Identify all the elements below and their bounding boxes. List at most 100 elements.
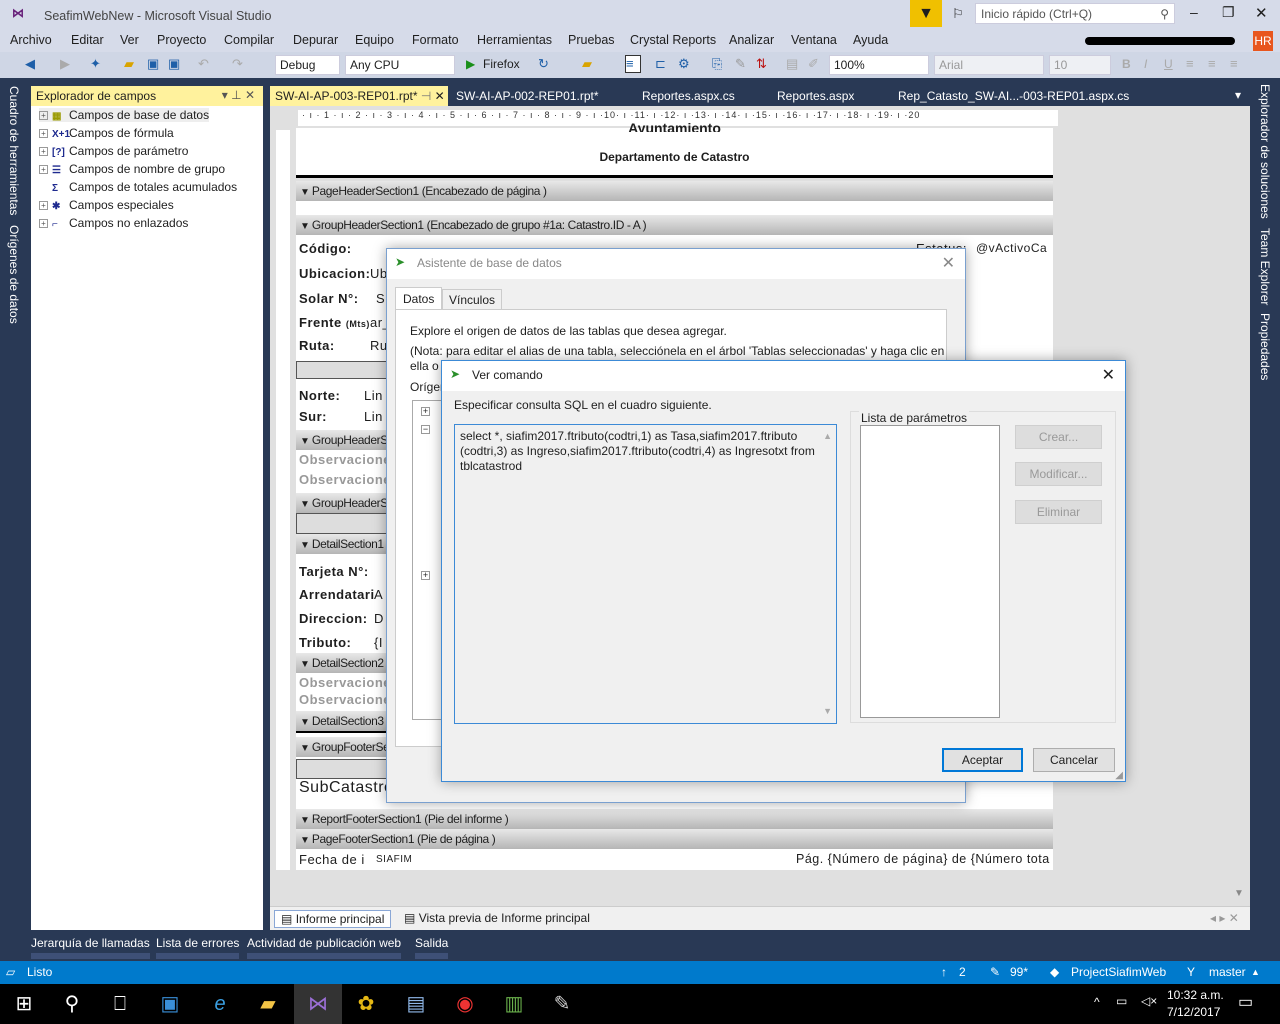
platform-select[interactable]: Any CPU — [345, 55, 455, 75]
task-view-icon[interactable]: ⎕ — [96, 984, 144, 1024]
menu-ventana[interactable]: Ventana — [791, 33, 837, 47]
format-icon[interactable]: ▤ — [786, 56, 798, 72]
section-report-footer[interactable]: ReportFooterSection1 (Pie del informe ) — [296, 809, 1053, 829]
sort-icon[interactable]: ⇅ — [756, 56, 767, 72]
align-center-icon[interactable]: ≡ — [1208, 56, 1216, 71]
properties-tab[interactable]: Propiedades — [1258, 313, 1272, 380]
menu-depurar[interactable]: Depurar — [293, 33, 338, 47]
tab-sw-ai-ap-003[interactable]: SW-AI-AP-003-REP01.rpt* ⊣ ✕ — [270, 86, 448, 106]
data-sources-tab[interactable]: Orígenes de datos — [7, 225, 21, 324]
accept-button[interactable]: Aceptar — [942, 748, 1023, 772]
underline-button[interactable]: U — [1164, 57, 1173, 71]
tree-item-running-totals[interactable]: Σ Campos de totales acumulados — [52, 180, 237, 194]
project-name[interactable]: ProjectSiafimWeb — [1071, 965, 1166, 979]
field-explorer-toggle-icon[interactable]: ≡ — [625, 55, 641, 73]
pending-changes[interactable]: 99* — [1010, 965, 1028, 979]
undo-icon[interactable]: ↶ — [198, 56, 209, 72]
resize-grip-icon[interactable]: ◢ — [1115, 770, 1123, 781]
cancel-button[interactable]: Cancelar — [1033, 748, 1115, 772]
label-norte[interactable]: Norte: — [299, 388, 340, 403]
close-icon[interactable]: ✕ — [1102, 365, 1115, 385]
search-icon[interactable]: ⚲ — [48, 984, 96, 1024]
align-right-icon[interactable]: ≡ — [1230, 56, 1238, 71]
field-status[interactable]: @vActivoCa — [976, 241, 1047, 255]
expand-icon[interactable]: + — [39, 147, 48, 157]
label-tarjeta[interactable]: Tarjeta N°: — [299, 564, 369, 579]
forward-icon[interactable]: ▶ — [60, 56, 70, 72]
tab-call-hierarchy[interactable]: Jerarquía de llamadas — [31, 936, 150, 959]
volume-muted-icon[interactable]: ◁× — [1141, 994, 1157, 1008]
tab-overflow-icon[interactable]: ▾ — [1235, 88, 1241, 102]
tab-output[interactable]: Salida — [415, 936, 449, 959]
tab-reportes-aspx[interactable]: Reportes.aspx — [772, 86, 859, 106]
network-icon[interactable]: ▭ — [1116, 994, 1127, 1008]
filter-notification-icon[interactable]: ▼ — [910, 0, 942, 27]
menu-equipo[interactable]: Equipo — [355, 33, 394, 47]
label-ubicacion[interactable]: Ubicacion: — [299, 266, 370, 281]
refresh-icon[interactable]: ↻ — [538, 56, 549, 72]
expand-icon[interactable]: + — [421, 407, 430, 416]
tab-vinculos[interactable]: Vínculos — [442, 289, 503, 310]
menu-editar[interactable]: Editar — [71, 33, 104, 47]
label-solar[interactable]: Solar N°: — [299, 291, 359, 306]
redo-icon[interactable]: ↷ — [232, 56, 243, 72]
menu-formato[interactable]: Formato — [412, 33, 459, 47]
field-ruta[interactable]: Ru — [370, 338, 388, 353]
find-icon[interactable]: ▰ — [582, 56, 592, 72]
menu-crystal-reports[interactable]: Crystal Reports — [630, 33, 716, 47]
field-solar[interactable]: S — [376, 291, 385, 306]
observ-field-2[interactable]: Observaciones — [299, 692, 399, 707]
tab-error-list[interactable]: Lista de errores — [156, 936, 240, 959]
tab-main-report[interactable]: ▤ Informe principal — [274, 910, 392, 928]
highlight-icon[interactable]: ✎ — [735, 56, 746, 72]
chrome-icon[interactable]: ◉ — [441, 984, 489, 1024]
unpushed-count[interactable]: 2 — [959, 965, 966, 979]
menu-pruebas[interactable]: Pruebas — [568, 33, 615, 47]
observ-label-2[interactable]: Observacione — [299, 675, 391, 690]
file-explorer-icon[interactable]: ▰ — [244, 984, 292, 1024]
pin-icon[interactable]: ⊣ — [421, 89, 431, 103]
close-button[interactable]: ✕ — [1255, 4, 1268, 22]
insert-section-icon[interactable]: ⊏ — [655, 56, 666, 72]
menu-analizar[interactable]: Analizar — [729, 33, 774, 47]
run-target-button[interactable]: Firefox — [483, 57, 520, 71]
scroll-down-icon[interactable]: ▼ — [823, 704, 832, 719]
parameter-listbox[interactable] — [860, 425, 1000, 718]
zoom-select[interactable]: 100% — [829, 55, 929, 75]
create-button[interactable]: Crear... — [1015, 425, 1102, 449]
label-ruta[interactable]: Ruta: — [299, 338, 335, 353]
expand-icon[interactable]: + — [39, 165, 48, 175]
database-expert-icon[interactable]: ⚙ — [678, 56, 690, 72]
label-arrendatario[interactable]: Arrendatari — [299, 587, 375, 602]
menu-proyecto[interactable]: Proyecto — [157, 33, 206, 47]
tab-rep-catasto[interactable]: Rep_Catasto_SW-AI...-003-REP01.aspx.cs — [893, 86, 1134, 106]
menu-herramientas[interactable]: Herramientas — [477, 33, 552, 47]
label-frente[interactable]: Frente (Mts) — [299, 315, 370, 330]
label-tributo[interactable]: Tributo: — [299, 635, 351, 650]
label-sur[interactable]: Sur: — [299, 409, 327, 424]
expand-icon[interactable]: + — [421, 571, 430, 580]
quick-launch-input[interactable]: Inicio rápido (Ctrl+Q) ⚲ — [975, 3, 1175, 24]
observ-label-1[interactable]: Observacione — [299, 452, 391, 467]
expand-icon[interactable]: + — [39, 219, 48, 229]
run-icon[interactable]: ▶ — [466, 57, 475, 71]
menu-compilar[interactable]: Compilar — [224, 33, 274, 47]
close-icon[interactable]: ✕ — [942, 253, 955, 273]
bold-button[interactable]: B — [1122, 57, 1131, 71]
tab-datos[interactable]: Datos — [395, 287, 443, 310]
font-select[interactable]: Arial — [934, 55, 1044, 75]
save-all-icon[interactable]: ▣ — [168, 56, 180, 72]
branch-menu-icon[interactable]: ▲ — [1251, 967, 1260, 977]
user-avatar[interactable]: HR — [1253, 31, 1273, 51]
expand-icon[interactable]: + — [39, 111, 48, 121]
notifications-icon[interactable]: ▭ — [1238, 992, 1253, 1012]
feedback-icon[interactable]: ⚐ — [952, 6, 964, 22]
clock-time[interactable]: 10:32 a.m. — [1167, 988, 1224, 1002]
subcatastro-field[interactable]: SubCatastro — [299, 779, 393, 797]
menu-archivo[interactable]: Archivo — [10, 33, 52, 47]
save-icon[interactable]: ▣ — [147, 56, 159, 72]
start-icon[interactable]: ⊞ — [0, 984, 48, 1024]
wordpad-icon[interactable]: ▤ — [392, 984, 440, 1024]
tree-item-unbound-fields[interactable]: + ⌐ Campos no enlazados — [39, 216, 188, 230]
font-size-select[interactable]: 10 — [1049, 55, 1111, 75]
